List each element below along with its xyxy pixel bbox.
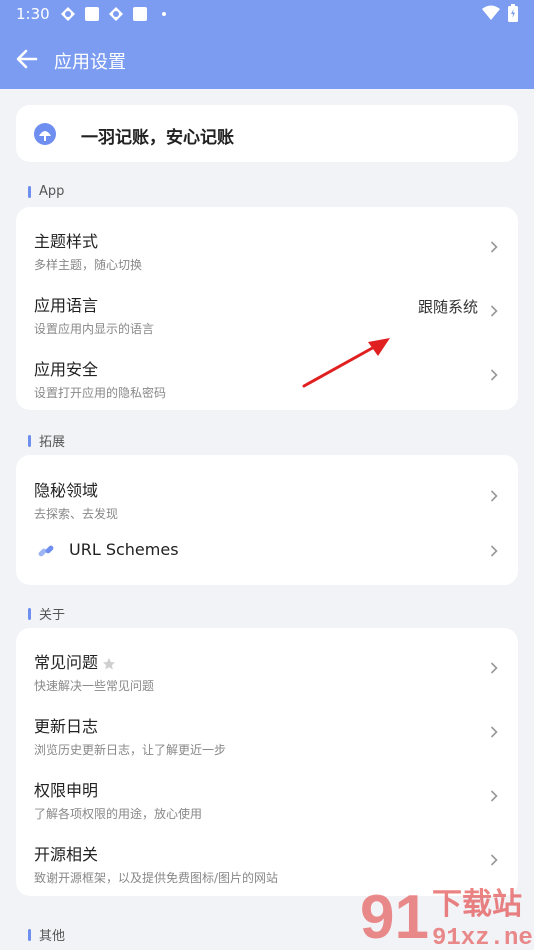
section-marker	[28, 928, 31, 941]
status-time: 1:30	[16, 5, 50, 23]
notification-icon	[61, 7, 75, 21]
notification-icon	[133, 7, 147, 21]
app-security-item[interactable]: 应用安全 设置打开应用的隐私密码	[16, 339, 518, 403]
item-subtitle: 设置应用内显示的语言	[34, 322, 155, 336]
app-settings-card: 主题样式 多样主题，随心切换 应用语言 设置应用内显示的语言 跟随系统 应用安全…	[16, 207, 518, 410]
item-subtitle: 浏览历史更新日志，让了解更近一步	[34, 743, 227, 757]
chevron-right-icon	[490, 305, 498, 317]
link-icon	[38, 545, 54, 557]
chevron-right-icon	[490, 369, 498, 381]
item-title: 应用语言	[34, 296, 99, 315]
about-card: 常见问题 快速解决一些常见问题 更新日志 浏览历史更新日志，让了解更近一步 权限…	[16, 628, 518, 896]
chevron-right-icon	[490, 662, 498, 674]
watermark-logo: 91 下载站 91xz.net	[360, 883, 534, 950]
chevron-right-icon	[490, 726, 498, 738]
more-notifications-dot	[162, 12, 166, 16]
language-value: 跟随系统	[417, 298, 478, 316]
item-subtitle: 致谢开源框架，以及提供免费图标/图片的网站	[34, 871, 279, 885]
section-label-about: 关于	[28, 604, 65, 623]
item-subtitle: 了解各项权限的用途，放心使用	[34, 807, 203, 821]
theme-style-item[interactable]: 主题样式 多样主题，随心切换	[16, 211, 518, 275]
section-label-app: App	[28, 184, 64, 199]
item-title: 开源相关	[34, 845, 99, 864]
back-arrow-icon[interactable]	[14, 47, 40, 71]
svg-text:91xz.net: 91xz.net	[432, 925, 534, 950]
section-marker	[28, 607, 31, 620]
item-subtitle: 多样主题，随心切换	[34, 258, 143, 272]
extend-card: 隐秘领域 去探索、去发现 URL Schemes	[16, 455, 518, 585]
slogan-text: 一羽记账，安心记账	[81, 128, 234, 148]
item-title: 常见问题	[34, 649, 116, 673]
changelog-item[interactable]: 更新日志 浏览历史更新日志，让了解更近一步	[16, 696, 518, 760]
svg-text:下载站: 下载站	[432, 887, 522, 922]
app-logo-icon	[34, 123, 56, 145]
svg-text:91: 91	[360, 883, 429, 950]
wifi-icon	[482, 5, 500, 20]
item-subtitle: 去探索、去发现	[34, 507, 119, 521]
item-title: 应用安全	[34, 360, 99, 379]
section-marker	[28, 434, 31, 447]
section-label-other: 其他	[28, 925, 65, 944]
star-icon	[103, 657, 116, 669]
section-label-extend: 拓展	[28, 431, 65, 450]
chevron-right-icon	[490, 790, 498, 802]
notification-icon	[109, 7, 123, 21]
battery-icon	[508, 4, 518, 22]
item-title: 主题样式	[34, 232, 99, 251]
section-marker	[28, 185, 31, 198]
hidden-realm-item[interactable]: 隐秘领域 去探索、去发现	[16, 460, 518, 524]
slogan-card: 一羽记账，安心记账	[16, 105, 518, 162]
chevron-right-icon	[490, 854, 498, 866]
status-bar: 1:30	[0, 0, 534, 28]
page-title: 应用设置	[54, 52, 126, 73]
item-title: URL Schemes	[69, 540, 179, 559]
item-subtitle: 设置打开应用的隐私密码	[34, 386, 167, 400]
item-title: 权限申明	[34, 781, 99, 800]
annotation-arrow	[302, 338, 390, 388]
app-language-item[interactable]: 应用语言 设置应用内显示的语言 跟随系统	[16, 275, 518, 339]
item-subtitle: 快速解决一些常见问题	[34, 679, 155, 693]
chevron-right-icon	[490, 490, 498, 502]
permissions-item[interactable]: 权限申明 了解各项权限的用途，放心使用	[16, 760, 518, 824]
item-title: 隐秘领域	[34, 481, 99, 500]
faq-item[interactable]: 常见问题 快速解决一些常见问题	[16, 632, 518, 696]
url-schemes-item[interactable]: URL Schemes	[16, 522, 518, 580]
chevron-right-icon	[490, 545, 498, 557]
app-bar: 1:30 应用设置	[0, 0, 534, 89]
item-title: 更新日志	[34, 717, 99, 736]
notification-icon	[85, 7, 99, 21]
open-source-item[interactable]: 开源相关 致谢开源框架，以及提供免费图标/图片的网站	[16, 824, 518, 888]
chevron-right-icon	[490, 241, 498, 253]
